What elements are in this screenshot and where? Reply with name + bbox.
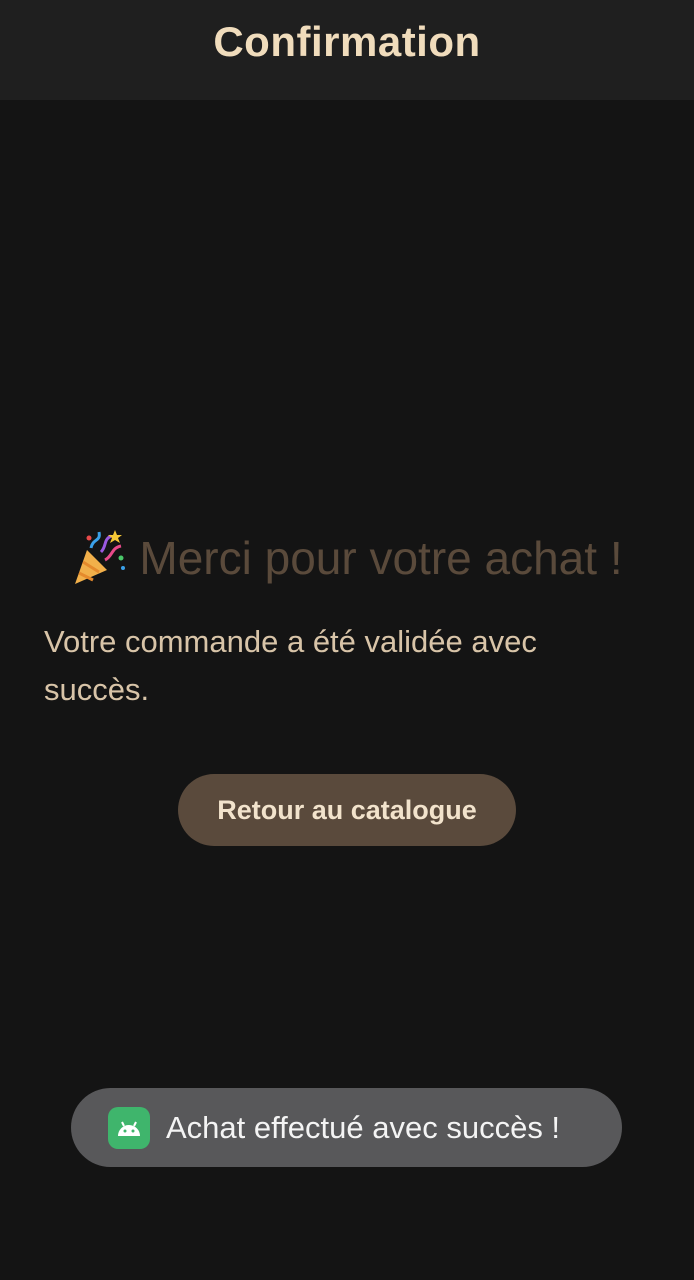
- confirmation-screen: Confirmation Merci pour votre achat ! Vo…: [0, 0, 694, 1280]
- thank-you-headline: Merci pour votre achat !: [0, 528, 694, 588]
- app-bar: Confirmation: [0, 0, 694, 100]
- headline-text: Merci pour votre achat !: [139, 532, 623, 584]
- party-popper-icon: [75, 530, 126, 584]
- back-to-catalog-button[interactable]: Retour au catalogue: [178, 774, 516, 846]
- page-title: Confirmation: [213, 18, 481, 65]
- order-confirmation-message: Votre commande a été validée avec succès…: [44, 624, 537, 707]
- success-toast: Achat effectué avec succès !: [71, 1088, 622, 1167]
- toast-message: Achat effectué avec succès !: [166, 1109, 561, 1145]
- android-icon: [108, 1106, 150, 1149]
